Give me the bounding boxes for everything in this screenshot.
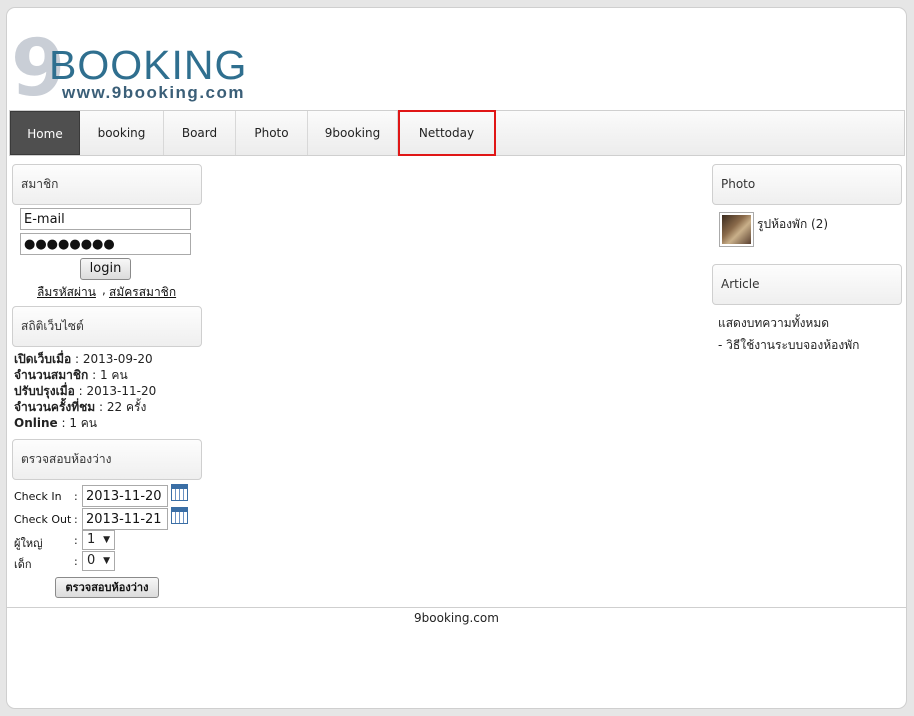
- nav-nettoday[interactable]: Nettoday: [398, 110, 496, 156]
- colon: :: [74, 490, 78, 503]
- link-separator: ,: [102, 283, 106, 297]
- email-input[interactable]: [20, 208, 191, 230]
- footer-text: 9booking.com: [414, 611, 499, 625]
- photo-thumbnail[interactable]: [719, 212, 754, 247]
- page-container: 9 BOOKING www.9booking.com Home booking …: [6, 7, 907, 709]
- stat-label: Online: [14, 416, 58, 430]
- nav-booking[interactable]: booking: [80, 111, 164, 155]
- children-select[interactable]: 0 ▼: [82, 551, 115, 571]
- stats-title: สถิติเว็บไซต์: [12, 306, 202, 347]
- stat-value: 2013-09-20: [82, 352, 153, 366]
- stat-row: ปรับปรุงเมื่อ : 2013-11-20: [14, 384, 157, 398]
- member-title: สมาชิก: [12, 164, 202, 205]
- checkin-label: Check In: [14, 490, 62, 503]
- nav-home[interactable]: Home: [10, 111, 80, 155]
- nav-board[interactable]: Board: [164, 111, 236, 155]
- stat-row: เปิดเว็บเมื่อ : 2013-09-20: [14, 352, 153, 366]
- adults-select[interactable]: 1 ▼: [82, 530, 115, 550]
- adults-label: ผู้ใหญ่: [14, 537, 43, 550]
- photo-image: [722, 215, 751, 244]
- register-link[interactable]: สมัครสมาชิก: [109, 283, 176, 302]
- stat-value: 1 คน: [99, 368, 128, 382]
- stat-row: จำนวนสมาชิก : 1 คน: [14, 368, 128, 382]
- logo-brand: BOOKING: [49, 42, 248, 88]
- stat-label: จำนวนสมาชิก: [14, 368, 89, 382]
- main-nav: Home booking Board Photo 9booking Nettod…: [9, 110, 905, 156]
- colon: :: [74, 534, 78, 547]
- checkout-input[interactable]: [82, 508, 168, 530]
- login-button[interactable]: login: [80, 258, 131, 280]
- children-value: 0: [87, 553, 96, 568]
- calendar-icon[interactable]: [171, 507, 188, 524]
- nav-9booking[interactable]: 9booking: [308, 111, 398, 155]
- password-input[interactable]: [20, 233, 191, 255]
- stat-row: Online : 1 คน: [14, 416, 98, 430]
- stat-value: 2013-11-20: [86, 384, 157, 398]
- photo-title: Photo: [712, 164, 902, 205]
- article-item[interactable]: - วิธีใช้งานระบบจองห้องพัก: [718, 336, 859, 355]
- show-all-articles-link[interactable]: แสดงบทความทั้งหมด: [718, 314, 829, 333]
- site-logo[interactable]: 9 BOOKING www.9booking.com: [9, 30, 269, 108]
- colon: :: [74, 513, 78, 526]
- stat-label: เปิดเว็บเมื่อ: [14, 352, 72, 366]
- checkout-label: Check Out: [14, 513, 72, 526]
- children-label: เด็ก: [14, 558, 32, 571]
- stat-value: 22 ครั้ง: [106, 400, 147, 414]
- stat-row: จำนวนครั้งที่ชม : 22 ครั้ง: [14, 400, 147, 414]
- chevron-down-icon: ▼: [103, 535, 110, 545]
- article-title: Article: [712, 264, 902, 305]
- colon: :: [74, 555, 78, 568]
- adults-value: 1: [87, 532, 96, 547]
- check-availability-button[interactable]: ตรวจสอบห้องว่าง: [55, 577, 159, 598]
- availability-title: ตรวจสอบห้องว่าง: [12, 439, 202, 480]
- calendar-icon[interactable]: [171, 484, 188, 501]
- footer-divider: [7, 607, 906, 608]
- forgot-password-link[interactable]: ลืมรหัสผ่าน: [37, 283, 96, 302]
- chevron-down-icon: ▼: [103, 556, 110, 566]
- stat-value: 1 คน: [69, 416, 98, 430]
- logo-url: www.9booking.com: [62, 83, 245, 102]
- nav-photo[interactable]: Photo: [236, 111, 308, 155]
- stat-label: ปรับปรุงเมื่อ: [14, 384, 75, 398]
- stat-label: จำนวนครั้งที่ชม: [14, 400, 96, 414]
- photo-album-link[interactable]: รูปห้องพัก (2): [757, 215, 828, 234]
- checkin-input[interactable]: [82, 485, 168, 507]
